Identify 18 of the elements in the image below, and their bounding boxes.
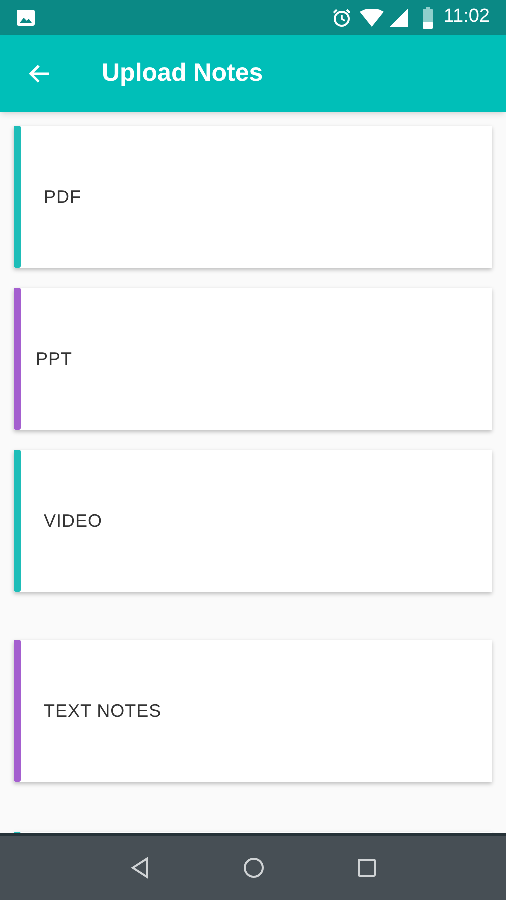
battery-icon	[422, 6, 434, 28]
back-icon[interactable]	[129, 857, 151, 879]
clock-time: 11:02	[444, 5, 490, 30]
recents-icon[interactable]	[357, 858, 377, 878]
screen-title: Upload Notes	[102, 58, 264, 89]
image-icon	[16, 8, 36, 26]
option-label: TEXT NOTES	[44, 700, 162, 722]
option-card[interactable]: PDF	[14, 126, 492, 268]
option-card[interactable]: VIDEO	[14, 450, 492, 592]
option-card[interactable]: PPT	[14, 288, 492, 430]
option-label: PPT	[36, 348, 73, 370]
option-label: PDF	[44, 186, 82, 208]
signal-icon	[390, 8, 408, 26]
home-icon[interactable]	[243, 857, 265, 879]
option-card[interactable]: TEXT NOTES	[14, 640, 492, 782]
option-label: VIDEO	[44, 510, 103, 532]
wifi-icon	[360, 8, 384, 26]
alarm-icon	[332, 8, 352, 28]
